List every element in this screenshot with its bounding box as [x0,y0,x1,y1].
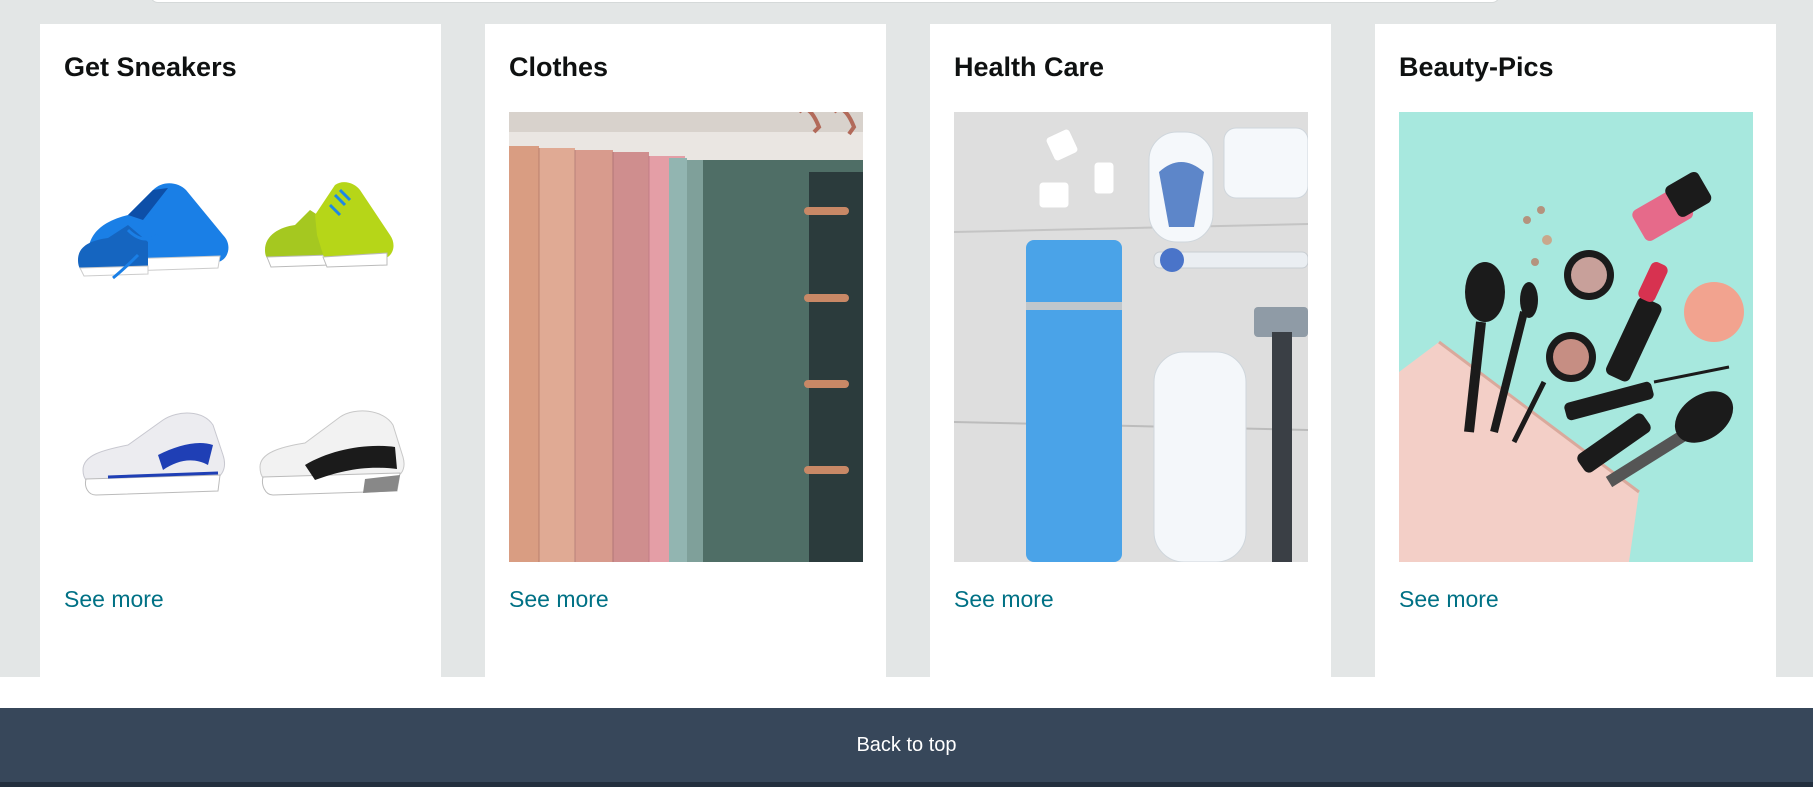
footer-bottom-strip [0,782,1813,787]
clothes-image[interactable] [509,112,863,562]
sneakers-image[interactable] [64,112,418,562]
see-more-link[interactable]: See more [509,586,609,613]
white-black-sneaker-image[interactable] [241,337,418,562]
card-title: Get Sneakers [64,52,237,82]
card-title: Beauty-Pics [1399,52,1554,82]
card-beauty: Beauty-Pics See more [1375,24,1776,677]
search-bar-edge [150,0,1500,3]
blue-sneaker-image[interactable] [64,112,241,337]
beauty-image[interactable] [1399,112,1753,562]
see-more-link[interactable]: See more [954,586,1054,613]
see-more-link[interactable]: See more [64,586,164,613]
health-care-image[interactable] [954,112,1308,562]
card-title: Clothes [509,52,609,82]
card-title: Health Care [954,52,1105,82]
card-health-care: Health Care See more [930,24,1331,677]
lime-sneaker-image[interactable] [241,112,418,337]
category-cards: Get Sneakers See more Clothes See more H… [40,24,1776,677]
white-blue-sneaker-image[interactable] [64,337,241,562]
footer-spacer [0,677,1813,708]
back-to-top-button[interactable]: Back to top [0,708,1813,782]
card-clothes: Clothes See more [485,24,886,677]
see-more-link[interactable]: See more [1399,586,1499,613]
card-sneakers: Get Sneakers See more [40,24,441,677]
